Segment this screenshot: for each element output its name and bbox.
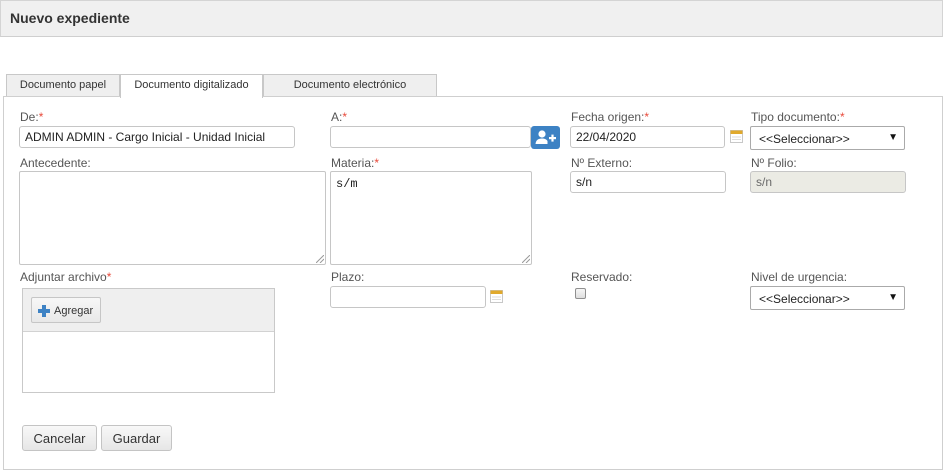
attachment-toolbar: Agregar <box>23 289 274 332</box>
n-externo-label: Nº Externo: <box>571 156 633 170</box>
tab-label: Documento papel <box>19 79 107 91</box>
tab-documento-electronico[interactable]: Documento electrónico <box>263 74 437 96</box>
a-field[interactable] <box>330 126 531 148</box>
plus-icon <box>38 305 50 317</box>
plazo-field[interactable] <box>330 286 486 308</box>
fecha-origen-label: Fecha origen:* <box>571 110 650 124</box>
reservado-label: Reservado: <box>571 270 633 284</box>
chevron-down-icon: ▼ <box>888 292 898 303</box>
agregar-label: Agregar <box>54 305 94 317</box>
adjuntar-label: Adjuntar archivo* <box>20 270 112 284</box>
materia-label: Materia:* <box>331 156 380 170</box>
page-header: Nuevo expediente <box>0 0 943 37</box>
add-user-button[interactable] <box>531 126 560 149</box>
de-label: De:* <box>20 110 44 124</box>
a-label: A:* <box>331 110 348 124</box>
calendar-icon[interactable] <box>730 130 743 143</box>
tipo-documento-label: Tipo documento:* <box>751 110 845 124</box>
tab-label: Documento electrónico <box>293 79 407 91</box>
attachment-panel: Agregar <box>22 288 275 393</box>
tab-documento-papel[interactable]: Documento papel <box>6 74 120 96</box>
resize-handle-icon[interactable] <box>522 255 530 263</box>
add-user-icon <box>535 130 556 144</box>
materia-textarea[interactable]: s/m <box>330 171 532 265</box>
tab-label: Documento digitalizado <box>134 79 249 91</box>
n-folio-field: s/n <box>750 171 906 193</box>
agregar-button[interactable]: Agregar <box>31 297 101 323</box>
cancel-button[interactable]: Cancelar <box>22 425 97 451</box>
antecedente-label: Antecedente: <box>20 156 91 170</box>
select-value: <<Seleccionar>> <box>759 292 850 306</box>
de-field[interactable]: ADMIN ADMIN - Cargo Inicial - Unidad Ini… <box>19 126 295 148</box>
reservado-checkbox[interactable] <box>575 288 586 299</box>
n-folio-label: Nº Folio: <box>751 156 797 170</box>
calendar-icon[interactable] <box>490 290 503 303</box>
tab-documento-digitalizado[interactable]: Documento digitalizado <box>120 74 263 98</box>
fecha-origen-field[interactable]: 22/04/2020 <box>570 126 725 148</box>
save-button[interactable]: Guardar <box>101 425 172 451</box>
nivel-urgencia-label: Nivel de urgencia: <box>751 270 848 284</box>
chevron-down-icon: ▼ <box>888 132 898 143</box>
resize-handle-icon[interactable] <box>316 255 324 263</box>
nivel-urgencia-select[interactable]: <<Seleccionar>> ▼ <box>750 286 905 310</box>
plazo-label: Plazo: <box>331 270 365 284</box>
n-externo-field[interactable]: s/n <box>570 171 726 193</box>
page-title: Nuevo expediente <box>10 10 130 26</box>
tipo-documento-select[interactable]: <<Seleccionar>> ▼ <box>750 126 905 150</box>
select-value: <<Seleccionar>> <box>759 132 850 146</box>
antecedente-textarea[interactable] <box>19 171 326 265</box>
